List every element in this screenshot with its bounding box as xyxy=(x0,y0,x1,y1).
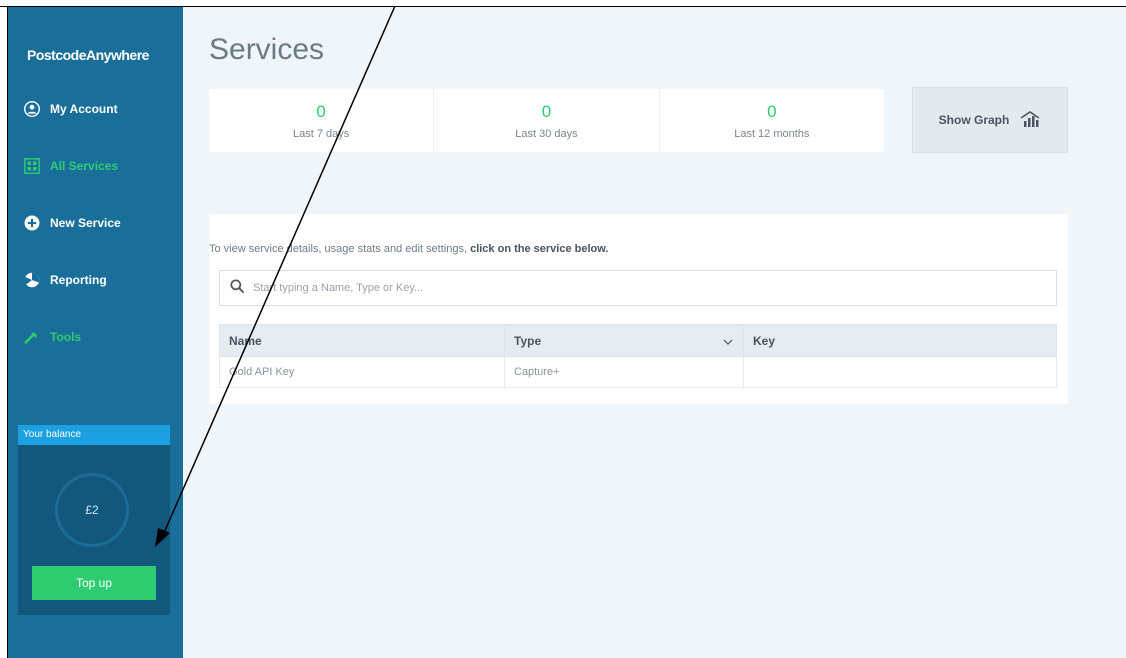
services-table: Name Type Key Gold API Key Capture+ xyxy=(219,324,1057,388)
plus-circle-icon xyxy=(24,215,40,231)
chevron-down-icon[interactable] xyxy=(723,334,733,348)
usage-stats: 0 Last 7 days 0 Last 30 days 0 Last 12 m… xyxy=(209,89,884,152)
services-card: To view service details, usage stats and… xyxy=(209,214,1068,404)
balance-amount: £2 xyxy=(55,473,129,547)
table-row[interactable]: Gold API Key Capture+ xyxy=(219,356,1057,388)
sidebar-item-tools[interactable]: Tools xyxy=(24,326,81,348)
sidebar-item-label: All Services xyxy=(50,159,119,173)
instruction-plain: To view service details, usage stats and… xyxy=(209,243,471,255)
column-header-label: Name xyxy=(229,333,262,348)
sidebar-item-label: Reporting xyxy=(50,273,107,287)
sidebar-item-all-services[interactable]: All Services xyxy=(24,155,118,177)
stat-label: Last 30 days xyxy=(515,127,578,140)
top-up-button[interactable]: Top up xyxy=(32,566,156,600)
instruction-bold: click on the service below. xyxy=(470,243,609,255)
table-header-row: Name Type Key xyxy=(219,324,1057,357)
cell-name: Gold API Key xyxy=(219,356,505,388)
stat-label: Last 12 months xyxy=(734,127,810,140)
search-icon xyxy=(230,278,244,298)
column-header-name[interactable]: Name xyxy=(219,324,505,357)
sidebar-item-label: New Service xyxy=(50,216,121,230)
show-graph-button[interactable]: Show Graph xyxy=(912,87,1068,153)
balance-header: Your balance xyxy=(18,425,170,445)
sidebar-item-my-account[interactable]: My Account xyxy=(24,98,118,120)
stat-value: 0 xyxy=(316,101,326,121)
sidebar-item-label: Tools xyxy=(50,330,82,344)
page-title: Services xyxy=(209,33,325,66)
stat-last-7-days: 0 Last 7 days xyxy=(209,89,435,152)
main-content: Services 0 Last 7 days 0 Last 30 days 0 … xyxy=(183,7,1126,658)
column-header-label: Key xyxy=(753,333,776,348)
wrench-icon xyxy=(24,329,40,345)
column-header-type[interactable]: Type xyxy=(504,324,744,357)
stat-last-30-days: 0 Last 30 days xyxy=(434,89,660,152)
balance-value: £2 xyxy=(85,503,99,517)
column-header-label: Type xyxy=(514,333,542,348)
column-header-key[interactable]: Key xyxy=(743,324,1057,357)
pie-chart-icon xyxy=(24,272,40,288)
stat-value: 0 xyxy=(541,101,552,121)
stat-last-12-months: 0 Last 12 months xyxy=(660,89,884,152)
stat-value: 0 xyxy=(767,101,777,121)
show-graph-label: Show Graph xyxy=(938,113,1010,127)
sidebar-item-reporting[interactable]: Reporting xyxy=(24,269,107,291)
user-circle-icon xyxy=(24,101,40,117)
sidebar-item-new-service[interactable]: New Service xyxy=(24,212,121,234)
screenshot-frame: PostcodeAnywhere My Account All Services… xyxy=(0,0,1126,658)
cell-type: Capture+ xyxy=(504,356,744,388)
grid-icon xyxy=(24,158,40,174)
instruction-text: To view service details, usage stats and… xyxy=(209,243,608,255)
app-logo[interactable]: PostcodeAnywhere xyxy=(27,47,149,63)
balance-panel: Your balance £2 Top up xyxy=(18,425,170,615)
cell-key xyxy=(743,356,1057,388)
stat-label: Last 7 days xyxy=(293,127,350,140)
bar-chart-icon xyxy=(1019,110,1041,131)
search-placeholder: Start typing a Name, Type or Key... xyxy=(253,282,424,294)
sidebar-item-label: My Account xyxy=(50,102,118,116)
search-input[interactable]: Start typing a Name, Type or Key... xyxy=(219,270,1057,306)
